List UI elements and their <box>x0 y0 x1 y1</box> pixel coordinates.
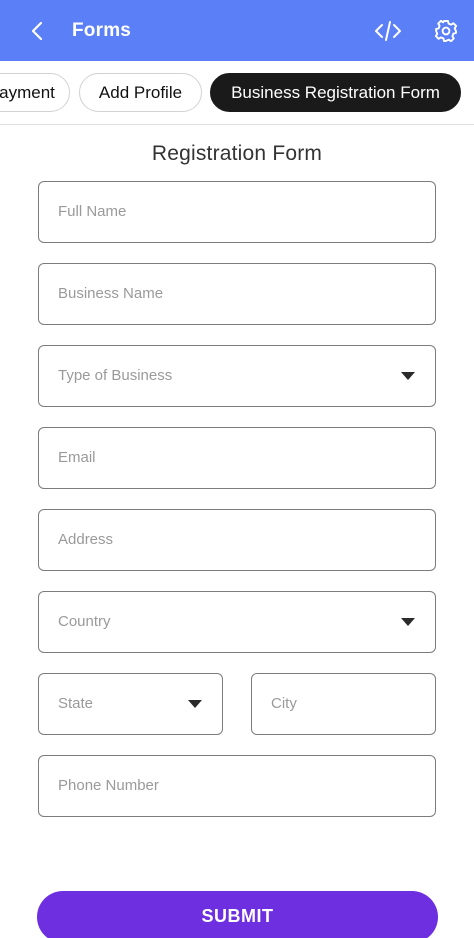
email-placeholder: Email <box>58 449 96 466</box>
tab-label: Add Profile <box>98 83 183 102</box>
tab-bar: ayment Add Profile Business Registration… <box>0 61 474 125</box>
full-name-placeholder: Full Name <box>58 203 127 220</box>
tab-label: Business Registration Form <box>231 83 440 102</box>
country-select[interactable]: Country <box>38 591 436 653</box>
city-placeholder: City <box>271 695 297 712</box>
form-title: Registration Form <box>151 142 323 165</box>
email-field[interactable]: Email <box>38 427 436 489</box>
tab-label: ayment <box>0 83 55 102</box>
tab-payment[interactable]: ayment <box>0 73 70 112</box>
app-bar: Forms <box>0 0 474 61</box>
business-name-placeholder: Business Name <box>58 285 164 302</box>
address-field[interactable]: Address <box>38 509 436 571</box>
phone-number-placeholder: Phone Number <box>58 777 159 794</box>
country-placeholder: Country <box>58 613 111 630</box>
dropdown-arrow-icon <box>188 700 202 708</box>
phone-number-field[interactable]: Phone Number <box>38 755 436 817</box>
dropdown-arrow-icon <box>401 618 415 626</box>
business-name-field[interactable]: Business Name <box>38 263 436 325</box>
dropdown-arrow-icon <box>401 372 415 380</box>
type-of-business-placeholder: Type of Business <box>58 367 173 384</box>
app-screen: Forms ayment Add Profile Business Regist… <box>0 0 474 938</box>
state-placeholder: State <box>58 695 94 712</box>
page-title: Forms <box>72 20 132 41</box>
tab-business-registration-form[interactable]: Business Registration Form <box>210 73 461 112</box>
type-of-business-select[interactable]: Type of Business <box>38 345 436 407</box>
address-placeholder: Address <box>58 531 114 548</box>
code-icon[interactable] <box>373 17 403 45</box>
city-field[interactable]: City <box>251 673 436 735</box>
state-select[interactable]: State <box>38 673 223 735</box>
full-name-field[interactable]: Full Name <box>38 181 436 243</box>
chevron-left-icon[interactable] <box>22 16 52 46</box>
gear-icon[interactable] <box>432 16 460 46</box>
submit-button[interactable]: SUBMIT <box>37 891 438 938</box>
tab-add-profile[interactable]: Add Profile <box>79 73 202 112</box>
